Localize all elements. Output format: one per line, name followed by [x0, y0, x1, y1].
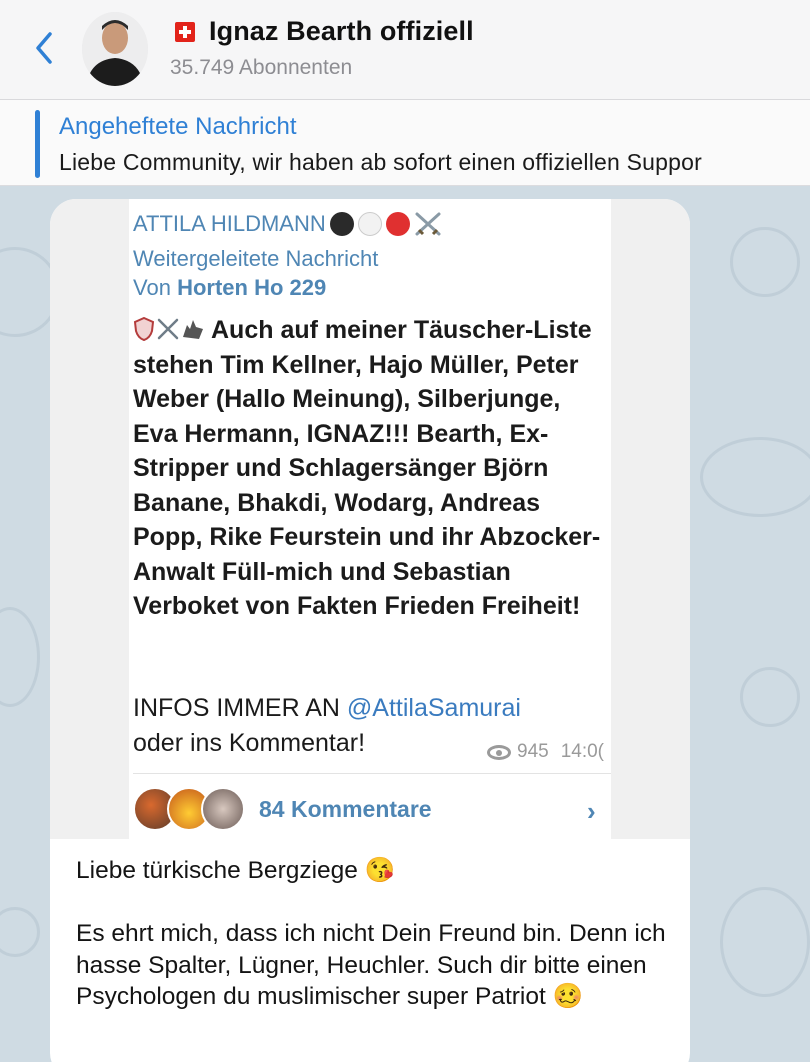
pinned-indicator: [35, 110, 40, 178]
back-button[interactable]: [30, 28, 60, 68]
eye-icon: [487, 744, 511, 760]
forwarded-screenshot-image[interactable]: ATTILA HILDMANN Weitergeleitete Nachrich…: [50, 199, 690, 839]
wallpaper-doodle: [730, 227, 800, 297]
forwarded-body-text: Auch auf meiner Täuscher-Liste stehen Ti…: [133, 316, 601, 620]
wallpaper-doodle: [720, 887, 810, 997]
from-name: Horten Ho 229: [177, 275, 327, 300]
title-row[interactable]: Ignaz Bearth offiziell: [175, 16, 474, 47]
channel-avatar[interactable]: [82, 12, 148, 86]
avatar-image: [82, 12, 148, 86]
comments-row: 84 Kommentare ›: [129, 774, 611, 836]
pinned-text: Liebe Community, wir haben ab sofort ein…: [59, 149, 702, 175]
crossed-swords-icon: [157, 318, 179, 340]
red-circle-icon: [385, 212, 410, 236]
pinned-title: Angeheftete Nachricht: [59, 113, 297, 140]
forwarded-from: Von Horten Ho 229: [133, 275, 326, 301]
post-time: 14:0(: [560, 741, 605, 762]
view-count: 945: [517, 741, 549, 762]
info-prefix: INFOS IMMER AN: [133, 694, 340, 722]
white-circle-icon: [357, 212, 382, 236]
swiss-flag-icon: [175, 21, 195, 42]
black-circle-icon: [329, 212, 354, 236]
from-prefix: Von: [133, 275, 171, 300]
info-suffix: oder ins Kommentar!: [133, 728, 366, 757]
forwarded-meta: 945 14:0(: [487, 741, 604, 763]
mention-link: @AttilaSamurai: [346, 694, 521, 722]
forward-channel-name: ATTILA HILDMANN: [133, 211, 442, 237]
screenshot-content: ATTILA HILDMANN Weitergeleitete Nachrich…: [129, 199, 611, 839]
comments-count: 84 Kommentare: [259, 796, 432, 822]
commenter-avatar: [201, 787, 245, 831]
chat-header: Ignaz Bearth offiziell 35.749 Abonnenten: [0, 0, 810, 100]
forwarded-body: Auch auf meiner Täuscher-Liste stehen Ti…: [133, 313, 611, 624]
channel-title: Ignaz Bearth offiziell: [209, 16, 474, 46]
wallpaper-doodle: [740, 667, 800, 727]
message-text: Liebe türkische Bergziege 😘 Es ehrt mich…: [76, 857, 666, 1010]
body-emoji-group: [133, 317, 205, 341]
wallpaper-doodle: [700, 437, 810, 517]
crossed-swords-icon: [415, 212, 441, 236]
message-bubble[interactable]: ATTILA HILDMANN Weitergeleitete Nachrich…: [50, 199, 690, 1062]
wallpaper-doodle: [0, 907, 40, 957]
shield-icon: [133, 317, 155, 341]
wolf-icon: [183, 320, 203, 339]
chevron-right-icon: ›: [587, 796, 596, 826]
pinned-message-bar[interactable]: Angeheftete Nachricht Liebe Community, w…: [0, 100, 810, 186]
forwarded-label: Weitergeleitete Nachricht: [133, 246, 379, 271]
chevron-left-icon: [36, 32, 52, 64]
forward-channel-label: ATTILA HILDMANN: [133, 211, 326, 236]
chat-area: ATTILA HILDMANN Weitergeleitete Nachrich…: [0, 187, 810, 1062]
subscriber-count: 35.749 Abonnenten: [170, 56, 353, 79]
wallpaper-doodle: [0, 607, 40, 707]
